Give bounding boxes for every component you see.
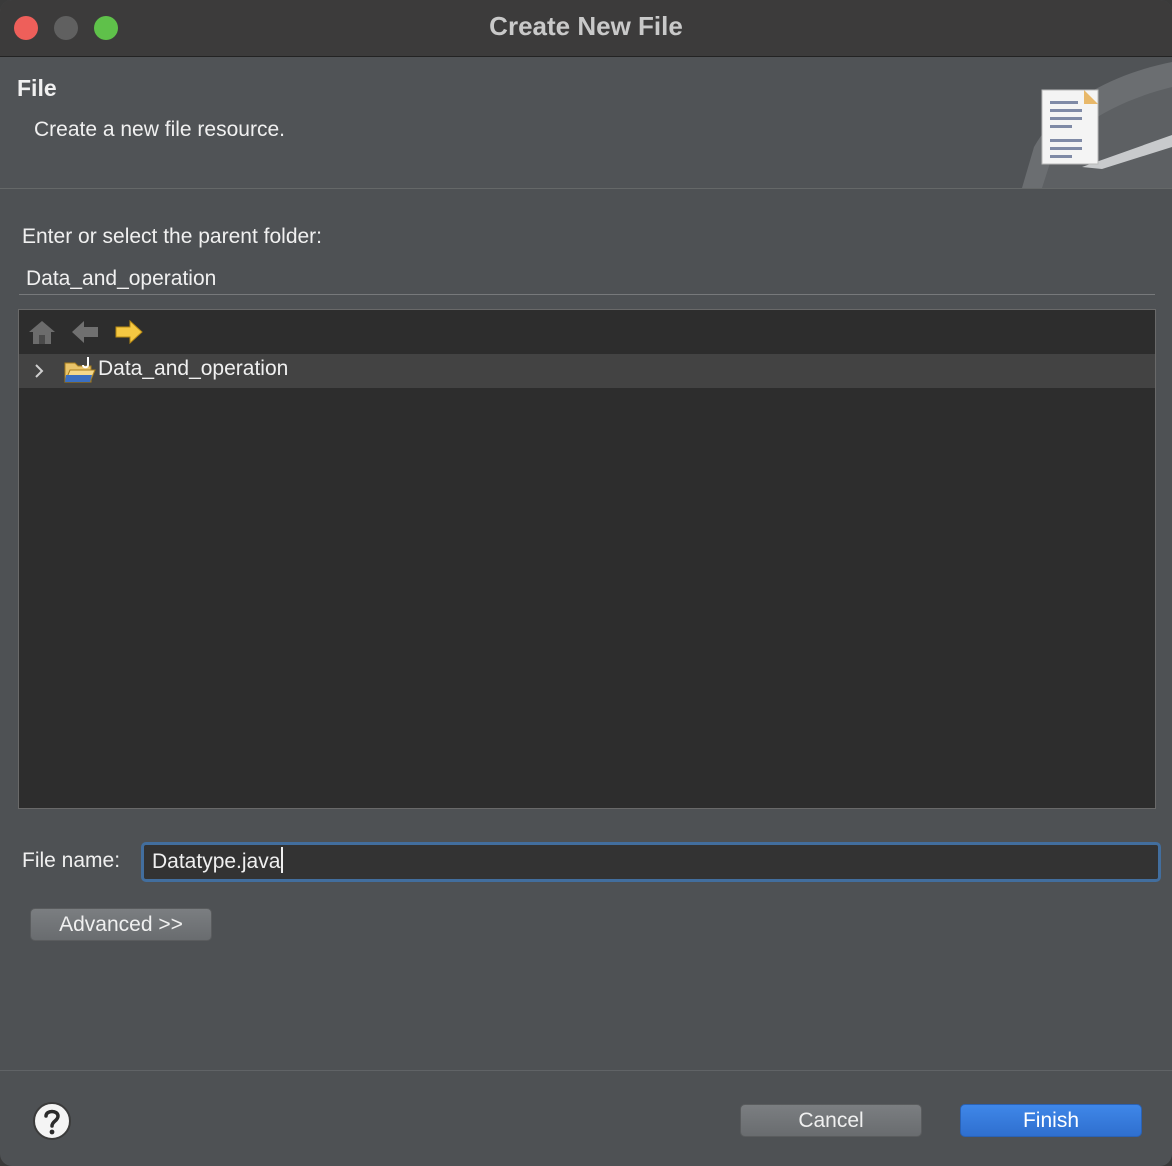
chevron-right-icon[interactable] [31, 361, 47, 381]
forward-arrow-icon[interactable] [114, 318, 144, 346]
home-icon[interactable] [27, 318, 57, 346]
create-new-file-dialog: Create New File File Create a new file r… [0, 0, 1172, 1166]
text-caret [281, 847, 284, 873]
tree-toolbar [19, 310, 1155, 354]
wizard-banner: File Create a new file resource. [0, 57, 1172, 189]
folder-tree[interactable]: Data_and_operation [18, 309, 1156, 809]
parent-folder-label: Enter or select the parent folder: [22, 225, 322, 248]
cancel-button[interactable]: Cancel [740, 1104, 922, 1137]
title-bar: Create New File [0, 0, 1172, 57]
footer-divider [0, 1070, 1172, 1071]
back-arrow-icon[interactable] [70, 318, 100, 346]
finish-button[interactable]: Finish [960, 1104, 1142, 1137]
help-icon[interactable] [32, 1101, 72, 1141]
window-title: Create New File [489, 11, 683, 41]
advanced-button[interactable]: Advanced >> [30, 908, 212, 941]
tree-item-label: Data_and_operation [98, 357, 289, 380]
file-name-label: File name: [22, 849, 121, 872]
new-file-wizard-icon [1022, 62, 1172, 188]
file-name-input[interactable]: Datatype.java [141, 842, 1161, 882]
project-folder-icon [64, 357, 96, 383]
banner-title: File [17, 75, 57, 101]
tree-item-data-and-operation[interactable]: Data_and_operation [19, 354, 1155, 388]
parent-folder-input[interactable]: Data_and_operation [19, 264, 1155, 295]
banner-description: Create a new file resource. [34, 118, 285, 141]
file-name-value: Datatype.java [152, 850, 281, 873]
